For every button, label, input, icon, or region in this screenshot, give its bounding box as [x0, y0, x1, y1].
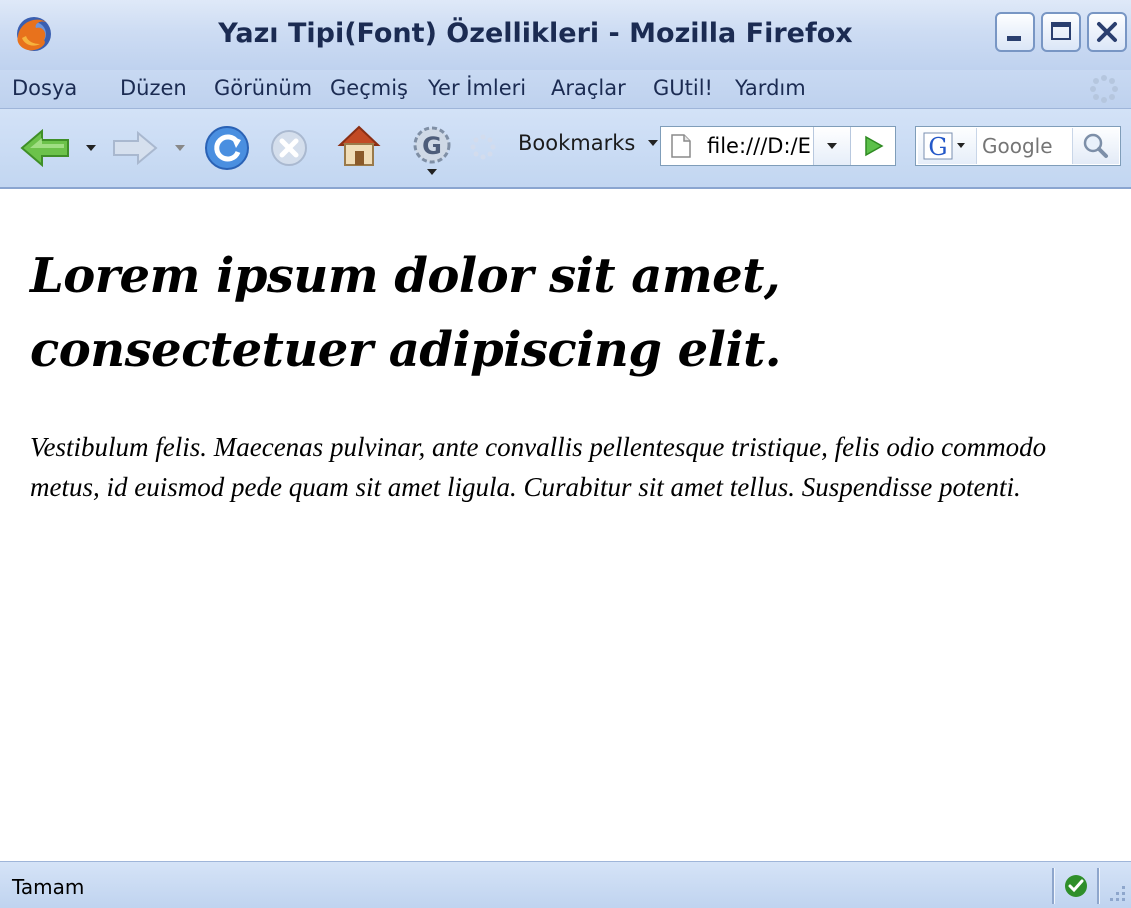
- maximize-icon: [1051, 22, 1071, 40]
- search-engine-selector[interactable]: G: [918, 128, 977, 164]
- title-bar: Yazı Tipi(Font) Özellikleri - Mozilla Fi…: [0, 0, 1131, 71]
- status-text: Tamam: [12, 875, 85, 899]
- status-bar: Tamam: [0, 861, 1131, 908]
- navigation-toolbar: G Bookmarks file:///D:/E G Google: [0, 109, 1131, 189]
- search-button[interactable]: [1072, 128, 1119, 164]
- menu-history[interactable]: Geçmiş: [330, 76, 408, 100]
- menu-gutil[interactable]: GUtil!: [653, 76, 713, 100]
- go-arrow-icon: [865, 135, 884, 157]
- maximize-button[interactable]: [1041, 12, 1081, 52]
- stop-icon[interactable]: [269, 128, 309, 168]
- window-title: Yazı Tipi(Font) Özellikleri - Mozilla Fi…: [218, 18, 853, 49]
- page-content: Lorem ipsum dolor sit amet, consectetuer…: [0, 189, 1131, 861]
- close-button[interactable]: [1087, 12, 1127, 52]
- activity-throbber-icon: [1090, 75, 1118, 103]
- chevron-down-icon: [827, 143, 837, 149]
- svg-text:G: G: [422, 132, 442, 160]
- status-divider: [1097, 868, 1100, 904]
- menu-bookmarks[interactable]: Yer İmleri: [428, 76, 526, 100]
- url-text[interactable]: file:///D:/E: [707, 134, 811, 158]
- page-heading: Lorem ipsum dolor sit amet, consectetuer…: [30, 248, 782, 378]
- search-bar[interactable]: G: [915, 126, 1121, 166]
- google-g-icon: G: [923, 132, 965, 161]
- magnifier-icon: [1083, 133, 1108, 158]
- minimize-button[interactable]: [995, 12, 1035, 52]
- bookmarks-label: Bookmarks: [518, 131, 636, 155]
- search-input[interactable]: [982, 134, 1066, 158]
- browser-window: Yazı Tipi(Font) Özellikleri - Mozilla Fi…: [0, 0, 1131, 908]
- checkmark-status-icon[interactable]: [1064, 874, 1088, 898]
- gutil-g-icon[interactable]: G: [410, 123, 454, 177]
- home-icon[interactable]: [336, 123, 382, 169]
- url-bar[interactable]: file:///D:/E: [660, 126, 896, 166]
- close-icon: [1097, 22, 1117, 42]
- url-history-dropdown[interactable]: [813, 127, 850, 165]
- status-divider: [1052, 868, 1055, 904]
- back-arrow-icon[interactable]: [20, 129, 72, 167]
- forward-arrow-icon[interactable]: [110, 131, 158, 165]
- menu-file[interactable]: Dosya: [12, 76, 77, 100]
- chevron-down-icon: [648, 140, 659, 146]
- forward-history-dropdown[interactable]: [175, 145, 185, 151]
- reload-icon[interactable]: [203, 124, 251, 172]
- go-button[interactable]: [850, 127, 896, 165]
- menu-view[interactable]: Görünüm: [214, 76, 312, 100]
- menu-bar: Dosya Düzen Görünüm Geçmiş Yer İmleri Ar…: [0, 70, 1131, 109]
- back-history-dropdown[interactable]: [86, 145, 96, 151]
- page-document-icon: [671, 134, 691, 158]
- firefox-logo-icon: [17, 17, 51, 51]
- loading-spinner-icon: [470, 134, 496, 160]
- menu-tools[interactable]: Araçlar: [551, 76, 626, 100]
- menu-help[interactable]: Yardım: [735, 76, 806, 100]
- bookmarks-toolbar-button[interactable]: Bookmarks: [518, 131, 659, 161]
- resize-grip-icon[interactable]: [1104, 880, 1128, 904]
- svg-text:G: G: [928, 133, 947, 161]
- minimize-icon: [1007, 36, 1021, 41]
- menu-edit[interactable]: Düzen: [120, 76, 187, 100]
- page-paragraph: Vestibulum felis. Maecenas pulvinar, ant…: [30, 432, 1047, 502]
